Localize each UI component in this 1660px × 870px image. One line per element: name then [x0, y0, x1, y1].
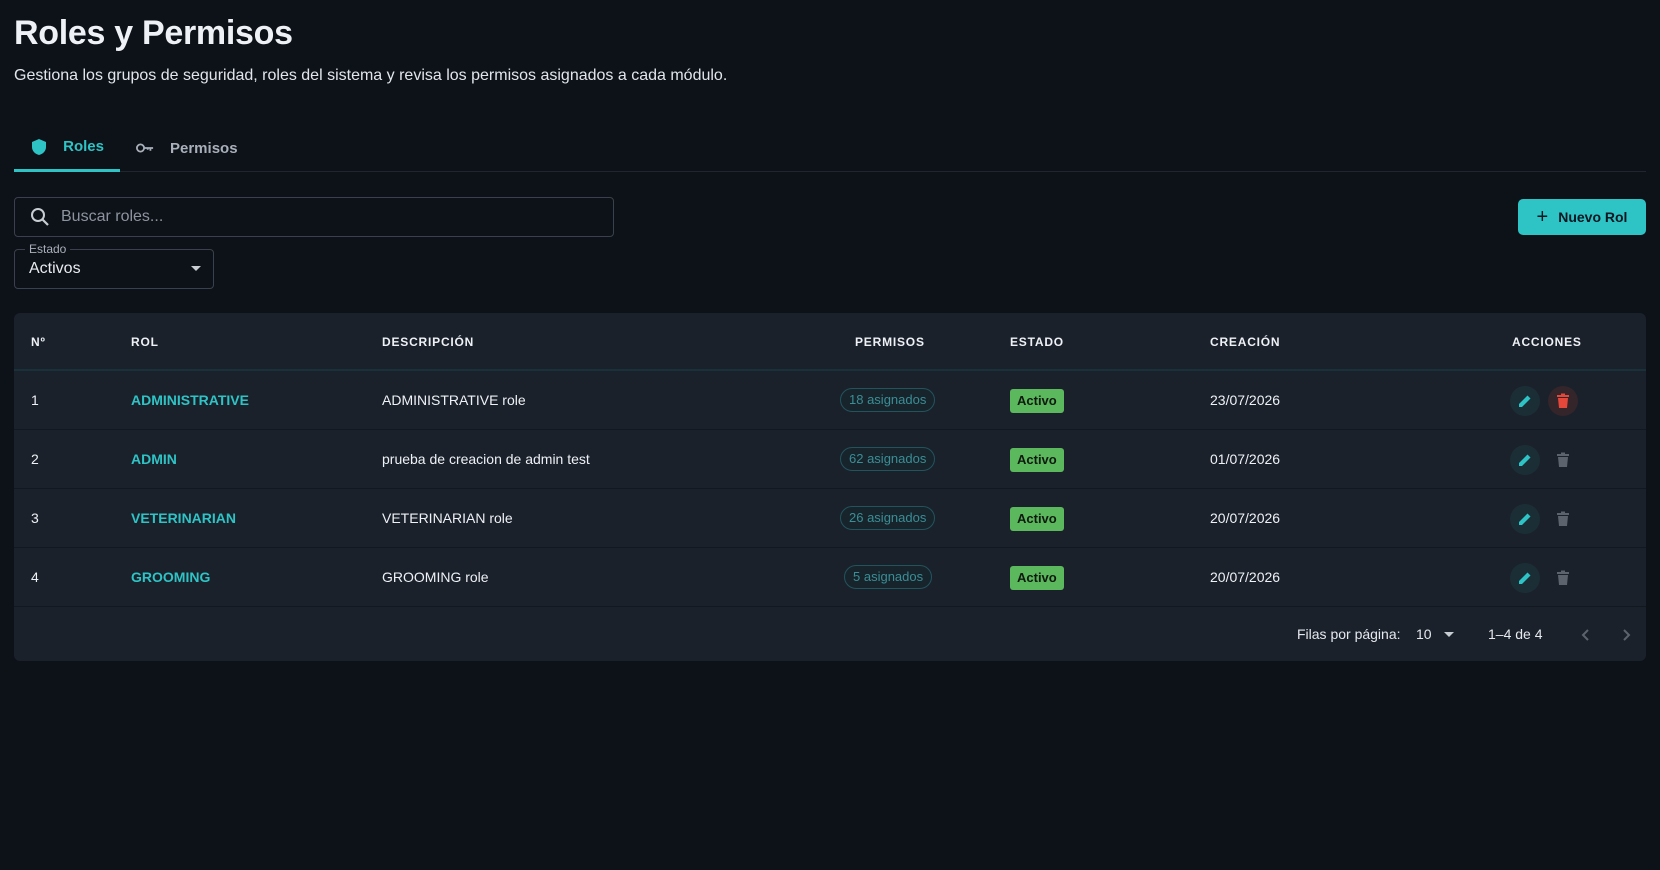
- status-badge: Activo: [1010, 448, 1064, 472]
- column-header-estado: ESTADO: [1010, 335, 1064, 349]
- roles-table: Nº ROL DESCRIPCIÓN PERMISOS ESTADO CREAC…: [14, 313, 1646, 661]
- estado-select-value: Activos: [29, 260, 81, 277]
- column-header-descripcion: DESCRIPCIÓN: [382, 335, 475, 349]
- permissions-badge: 5 asignados: [844, 565, 933, 589]
- rows-per-page-value: 10: [1416, 626, 1432, 642]
- creation-date: 23/07/2026: [1210, 392, 1281, 408]
- pagination-range: 1–4 de 4: [1488, 626, 1543, 642]
- tab-roles-label: Roles: [63, 138, 104, 155]
- rows-per-page-select[interactable]: 10: [1416, 626, 1454, 642]
- table-row: 1 ADMINISTRATIVE ADMINISTRATIVE role 18 …: [14, 371, 1646, 430]
- role-description: ADMINISTRATIVE role: [382, 392, 526, 408]
- trash-icon: [1557, 511, 1569, 526]
- row-number: 4: [31, 569, 39, 585]
- next-page-button[interactable]: [1616, 625, 1636, 645]
- tab-bar: Roles Permisos: [14, 124, 1646, 172]
- column-header-creacion: CREACIÓN: [1210, 335, 1281, 349]
- row-number: 1: [31, 392, 39, 408]
- column-header-permisos: PERMISOS: [855, 335, 925, 349]
- table-row: 3 VETERINARIAN VETERINARIAN role 26 asig…: [14, 489, 1646, 548]
- status-badge: Activo: [1010, 389, 1064, 413]
- rows-per-page-label: Filas por página:: [1297, 626, 1401, 642]
- role-name-link[interactable]: GROOMING: [131, 569, 210, 585]
- trash-icon: [1557, 570, 1569, 585]
- chevron-down-icon: [191, 266, 201, 271]
- edit-button[interactable]: [1510, 445, 1540, 475]
- role-description: prueba de creacion de admin test: [382, 451, 590, 467]
- creation-date: 20/07/2026: [1210, 569, 1281, 585]
- table-row: 2 ADMIN prueba de creacion de admin test…: [14, 430, 1646, 489]
- row-number: 2: [31, 451, 39, 467]
- table-pagination: Filas por página: 10 1–4 de 4: [14, 608, 1646, 661]
- status-badge: Activo: [1010, 507, 1064, 531]
- new-role-button-label: Nuevo Rol: [1558, 209, 1628, 225]
- chevron-down-icon: [1443, 631, 1454, 637]
- edit-button[interactable]: [1510, 504, 1540, 534]
- status-badge: Activo: [1010, 566, 1064, 590]
- table-header: Nº ROL DESCRIPCIÓN PERMISOS ESTADO CREAC…: [14, 313, 1646, 371]
- column-header-rol: ROL: [131, 335, 159, 349]
- creation-date: 20/07/2026: [1210, 510, 1281, 526]
- estado-select-label: Estado: [25, 242, 71, 256]
- trash-icon: [1557, 393, 1569, 408]
- pencil-icon: [1519, 513, 1531, 525]
- role-name-link[interactable]: VETERINARIAN: [131, 510, 236, 526]
- delete-button[interactable]: [1548, 504, 1578, 534]
- page-subtitle: Gestiona los grupos de seguridad, roles …: [14, 67, 728, 84]
- table-row: 4 GROOMING GROOMING role 5 asignados Act…: [14, 548, 1646, 607]
- permissions-badge: 26 asignados: [840, 506, 936, 530]
- new-role-button[interactable]: + Nuevo Rol: [1518, 199, 1646, 235]
- chevron-right-icon: [1623, 629, 1631, 641]
- delete-button[interactable]: [1548, 386, 1578, 416]
- edit-button[interactable]: [1510, 563, 1540, 593]
- pencil-icon: [1519, 572, 1531, 584]
- plus-icon: +: [1536, 206, 1549, 228]
- pencil-icon: [1519, 395, 1531, 407]
- delete-button[interactable]: [1548, 445, 1578, 475]
- search-icon: [29, 206, 51, 228]
- role-description: GROOMING role: [382, 569, 489, 585]
- permissions-badge: 62 asignados: [840, 447, 936, 471]
- tab-permisos[interactable]: Permisos: [120, 124, 238, 172]
- permissions-badge: 18 asignados: [840, 388, 936, 412]
- trash-icon: [1557, 452, 1569, 467]
- page-title: Roles y Permisos: [14, 14, 293, 52]
- estado-select[interactable]: Estado Activos: [14, 242, 214, 289]
- column-header-num: Nº: [31, 335, 46, 349]
- role-name-link[interactable]: ADMINISTRATIVE: [131, 392, 249, 408]
- previous-page-button[interactable]: [1576, 625, 1596, 645]
- role-name-link[interactable]: ADMIN: [131, 451, 177, 467]
- chevron-left-icon: [1581, 629, 1589, 641]
- tab-permisos-label: Permisos: [170, 139, 238, 157]
- pencil-icon: [1519, 454, 1531, 466]
- column-header-acciones: ACCIONES: [1512, 335, 1582, 349]
- tab-roles[interactable]: Roles: [14, 124, 120, 172]
- shield-icon: [30, 138, 47, 156]
- search-field[interactable]: [14, 197, 614, 237]
- key-icon: [136, 139, 154, 157]
- search-input[interactable]: [61, 208, 581, 226]
- creation-date: 01/07/2026: [1210, 451, 1281, 467]
- delete-button[interactable]: [1548, 563, 1578, 593]
- page: Roles y Permisos Gestiona los grupos de …: [0, 0, 1660, 870]
- row-number: 3: [31, 510, 39, 526]
- role-description: VETERINARIAN role: [382, 510, 513, 526]
- edit-button[interactable]: [1510, 386, 1540, 416]
